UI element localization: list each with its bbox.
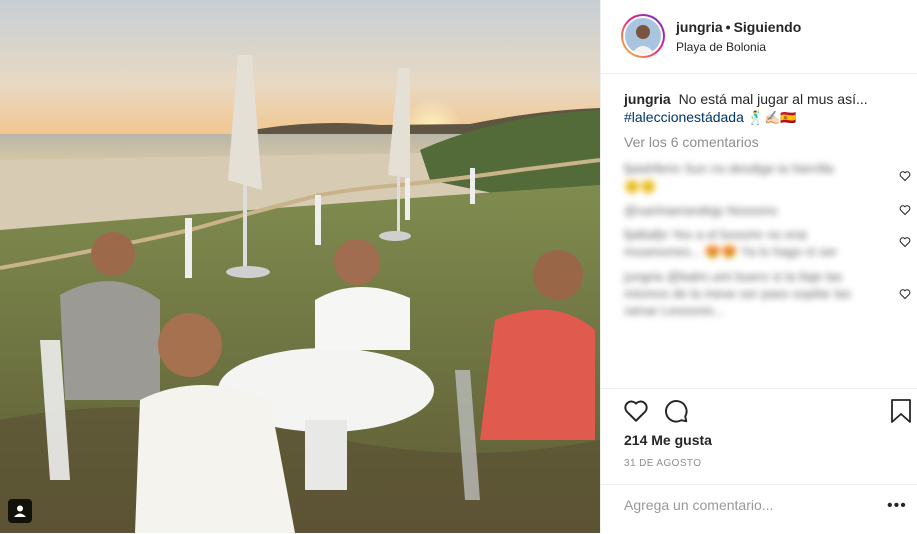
caption-text: No está mal jugar al mus así... (678, 91, 868, 107)
add-comment-section: ••• (601, 484, 917, 534)
bookmark-icon[interactable] (889, 398, 913, 424)
header-separator: • (725, 19, 731, 35)
post-header: jungria • Siguiendo Playa de Bolonia (601, 0, 917, 74)
ellipsis-icon[interactable]: ••• (887, 497, 907, 515)
person-icon (14, 505, 26, 517)
caption-hashtag-link[interactable]: #laleccionestádada (624, 109, 744, 125)
comment-item: 🙂🙂 (624, 179, 657, 194)
avatar-image (625, 18, 661, 54)
likes-count[interactable]: 214 Me gusta (624, 432, 712, 448)
user-tag-icon[interactable] (8, 499, 32, 523)
location-link[interactable]: Playa de Bolonia (676, 40, 766, 54)
post-actions-bar (601, 388, 917, 389)
comment-item: @sanhaerandejp Nosssno (624, 203, 778, 218)
caption-username-link[interactable]: jungria (624, 91, 671, 107)
comment-like-heart-icon[interactable] (899, 204, 911, 216)
view-all-comments-link[interactable]: Ver los 6 comentarios (624, 134, 759, 150)
comment-item: fjaiahferio Sun no desdige la hierrilla (624, 161, 834, 176)
comment-like-heart-icon[interactable] (899, 236, 911, 248)
caption-emojis: 🕺✍🏻🇪🇸 (747, 110, 797, 125)
post-date[interactable]: 31 DE AGOSTO (624, 458, 701, 469)
comment-item: fjaltiafjn Yes a el bxsomr no erai muses… (624, 227, 838, 259)
following-button[interactable]: Siguiendo (734, 19, 802, 35)
heart-icon[interactable] (623, 398, 649, 424)
instagram-post: jungria • Siguiendo Playa de Bolonia jungr… (0, 0, 917, 533)
post-photo[interactable] (0, 0, 600, 533)
avatar[interactable] (623, 16, 663, 56)
header-username-row: jungria • Siguiendo (676, 19, 801, 35)
comment-item: jungria @balm.uini buero si la llaje las… (624, 269, 851, 318)
post-caption: jungria No está mal jugar al mus así... … (624, 90, 899, 127)
beach-scene-image (0, 0, 600, 533)
header-username-link[interactable]: jungria (676, 19, 723, 35)
comment-like-heart-icon[interactable] (899, 288, 911, 300)
post-details-panel: jungria • Siguiendo Playa de Bolonia jungr… (600, 0, 917, 533)
comment-like-heart-icon[interactable] (899, 170, 911, 182)
add-comment-input[interactable] (624, 497, 874, 513)
comment-bubble-icon[interactable] (663, 398, 689, 424)
